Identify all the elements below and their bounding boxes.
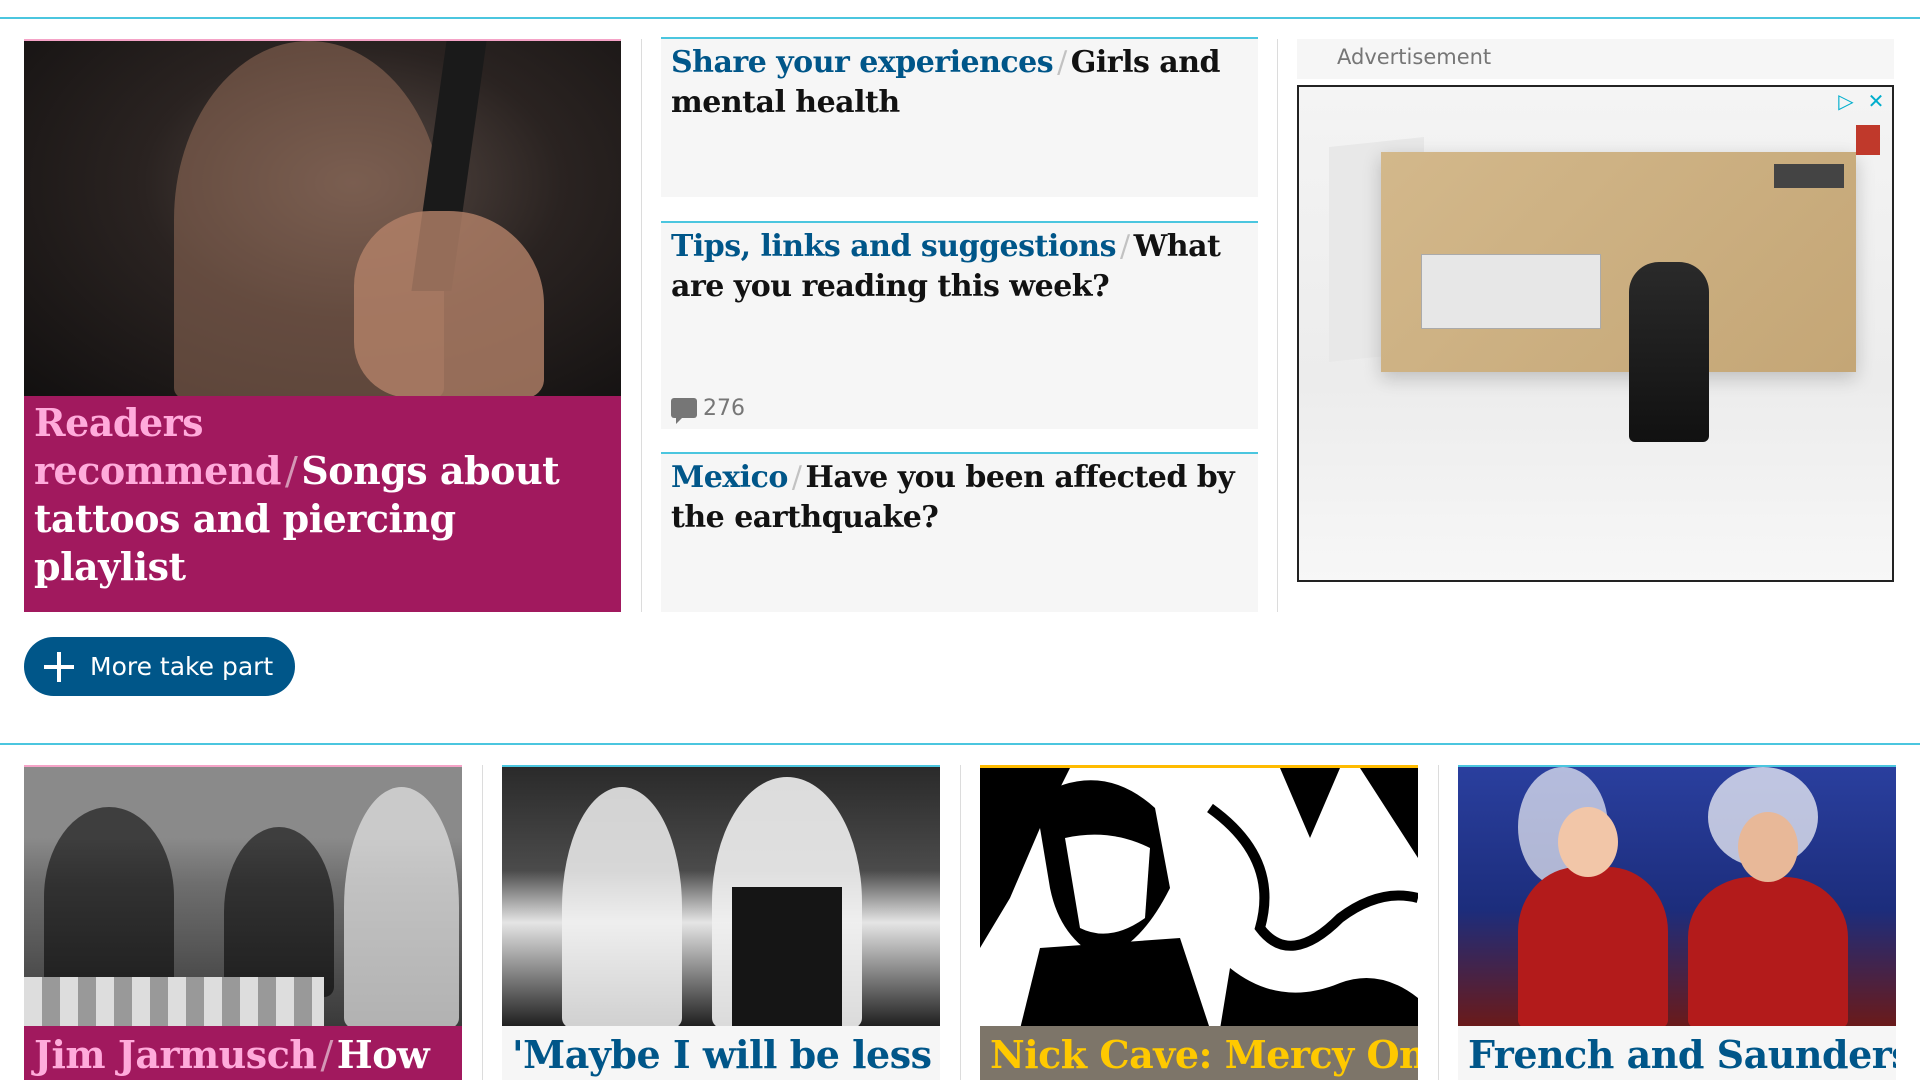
card-comment-count[interactable]: 276	[671, 396, 745, 424]
performer-face	[1738, 812, 1798, 882]
card-share-experiences[interactable]: Share your experiences / Girls and mental …	[661, 37, 1258, 197]
card-tips-links[interactable]: Tips, links and suggestions / What are you…	[661, 221, 1258, 429]
person-silhouette	[44, 807, 174, 987]
apron	[732, 887, 842, 1026]
performer-face	[1558, 807, 1618, 877]
feature-kicker[interactable]: Readers recommend	[34, 400, 281, 493]
person-silhouette	[344, 787, 459, 1026]
tile-caption[interactable]: French and Saunders/	[1458, 1026, 1896, 1080]
separator: /	[320, 1033, 333, 1077]
comment-count-value: 16	[66, 613, 94, 638]
performer-dress	[1518, 867, 1668, 1026]
tile-caption[interactable]: Jim Jarmusch / How	[24, 1026, 462, 1080]
more-take-part-button[interactable]: More take part	[24, 637, 296, 696]
ad-controls: ▷ ✕	[1834, 89, 1888, 113]
ad-address-label	[1421, 254, 1601, 329]
tile-jim-jarmusch[interactable]: Jim Jarmusch / How	[24, 765, 462, 1080]
tile-image[interactable]	[1458, 765, 1896, 1026]
separator: /	[791, 460, 802, 495]
performer-dress	[1688, 877, 1848, 1026]
comic-illustration	[980, 768, 1418, 1026]
adchoices-icon[interactable]: ▷	[1834, 89, 1858, 113]
ad-envelope	[1381, 152, 1856, 372]
separator: /	[1057, 45, 1067, 80]
card-mexico[interactable]: Mexico / Have you been affected by the ear…	[661, 452, 1258, 612]
column-divider	[641, 39, 642, 612]
section-rule-top	[0, 17, 1920, 19]
card-headline[interactable]: Tips, links and suggestions / What are you…	[671, 227, 1248, 307]
feature-headline[interactable]: Readers recommend / Songs about tattoos an…	[34, 399, 604, 591]
tile-title[interactable]: 'Maybe I will be less	[512, 1032, 932, 1077]
comment-count-value: 276	[703, 396, 745, 421]
comment-icon	[34, 615, 60, 641]
card-headline[interactable]: Mexico / Have you been affected by the ear…	[671, 458, 1248, 538]
feature-image[interactable]	[24, 39, 621, 396]
separator: /	[1119, 229, 1130, 264]
tile-kicker[interactable]: French and Saunders	[1468, 1032, 1896, 1077]
advertisement-label: Advertisement	[1297, 39, 1894, 79]
tile-french-saunders[interactable]: French and Saunders/	[1458, 765, 1896, 1080]
plus-icon	[42, 650, 76, 684]
card-kicker[interactable]: Tips, links and suggestions	[671, 229, 1116, 264]
feature-comment-count[interactable]: 16	[34, 613, 94, 641]
tile-chefs[interactable]: 'Maybe I will be less	[502, 765, 940, 1080]
person-silhouette	[224, 827, 334, 997]
tile-kicker[interactable]: Jim Jarmusch	[34, 1032, 317, 1077]
tile-caption[interactable]: 'Maybe I will be less	[502, 1026, 940, 1080]
tile-nick-cave[interactable]: Nick Cave: Mercy On	[980, 765, 1418, 1080]
ad-figure	[1629, 262, 1709, 442]
comment-icon	[671, 398, 697, 424]
close-icon[interactable]: ✕	[1864, 89, 1888, 113]
stamp-icon	[1856, 125, 1880, 155]
section-rule-bottom	[0, 743, 1920, 745]
tile-image[interactable]	[24, 765, 462, 1026]
more-button-label: More take part	[90, 652, 274, 681]
person-silhouette	[562, 787, 682, 1026]
card-headline[interactable]: Share your experiences / Girls and mental …	[671, 43, 1248, 123]
tile-title[interactable]: Nick Cave: Mercy On	[990, 1032, 1418, 1077]
checked-tablecloth	[24, 977, 324, 1026]
column-divider	[960, 765, 961, 1080]
tile-title[interactable]: How	[337, 1032, 430, 1077]
advertisement-slot[interactable]: ▷ ✕	[1297, 85, 1894, 582]
ad-postage-mark	[1774, 164, 1844, 188]
column-divider	[1438, 765, 1439, 1080]
card-kicker[interactable]: Share your experiences	[671, 45, 1054, 80]
column-divider	[482, 765, 483, 1080]
tile-image[interactable]	[980, 765, 1418, 1026]
card-kicker[interactable]: Mexico	[671, 460, 788, 495]
tile-caption[interactable]: Nick Cave: Mercy On	[980, 1026, 1418, 1080]
column-divider	[1277, 39, 1278, 612]
tile-image[interactable]	[502, 765, 940, 1026]
separator: /	[284, 449, 298, 493]
tattooed-hand	[354, 211, 544, 396]
feature-card[interactable]: Readers recommend / Songs about tattoos an…	[24, 39, 621, 641]
